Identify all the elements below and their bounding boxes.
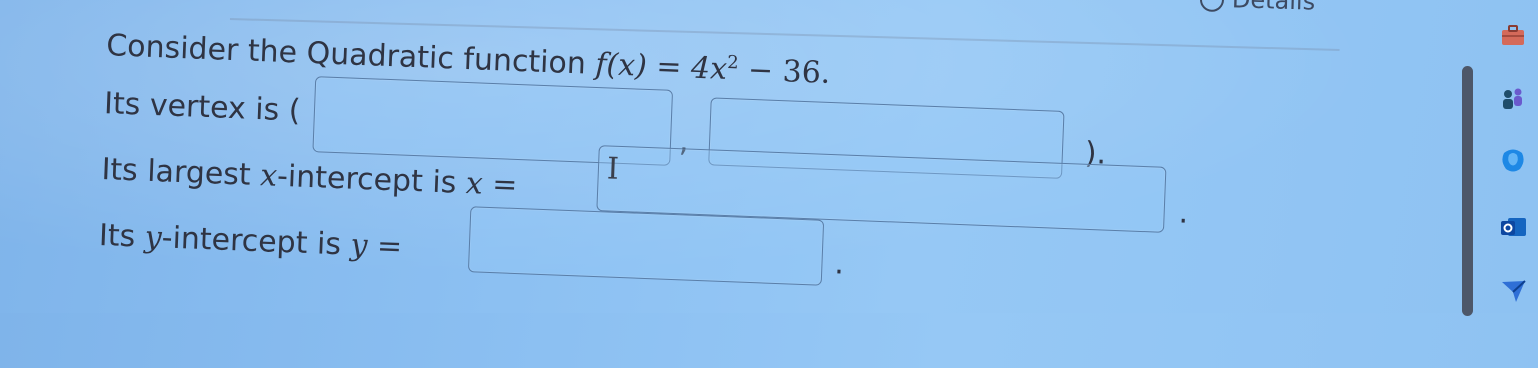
function-equals: =	[655, 49, 683, 86]
copilot-icon[interactable]	[1498, 145, 1528, 175]
vertex-label: Its vertex is (	[103, 86, 302, 129]
people-icon[interactable]	[1498, 84, 1528, 114]
y-period: .	[833, 246, 845, 282]
details-circle-icon	[1199, 0, 1225, 13]
briefcase-icon[interactable]	[1498, 20, 1528, 50]
text-cursor-icon: I	[606, 151, 620, 187]
details-link-label: Details	[1231, 0, 1316, 16]
largest-x-equals: x =	[465, 166, 519, 203]
window-edge	[1462, 66, 1473, 316]
function-rhs-power: 2	[726, 51, 740, 74]
y-prefix: Its	[98, 217, 136, 255]
largest-x-var: x	[259, 158, 278, 194]
largest-x-label: Its largest x-intercept is x =	[101, 152, 518, 203]
details-link[interactable]: Details	[1199, 0, 1316, 16]
function-rhs-coef: 4x	[690, 50, 728, 87]
y-equals: y =	[349, 227, 403, 265]
largest-x-prefix: Its largest	[100, 152, 252, 193]
y-var: y	[144, 219, 163, 256]
send-icon[interactable]	[1498, 276, 1528, 306]
y-middle: -intercept is	[161, 220, 342, 263]
prompt-text: Consider the Quadratic function	[105, 28, 587, 82]
function-lhs: f(x)	[594, 46, 648, 84]
outlook-icon[interactable]	[1498, 212, 1528, 242]
right-sidebar	[1490, 0, 1538, 313]
largest-x-middle: -intercept is	[276, 158, 457, 201]
y-intercept-input[interactable]	[467, 206, 825, 286]
y-intercept-label: Its y-intercept is y =	[98, 218, 402, 265]
function-rhs-tail: − 36.	[747, 52, 831, 91]
largest-x-period: .	[1178, 195, 1189, 231]
